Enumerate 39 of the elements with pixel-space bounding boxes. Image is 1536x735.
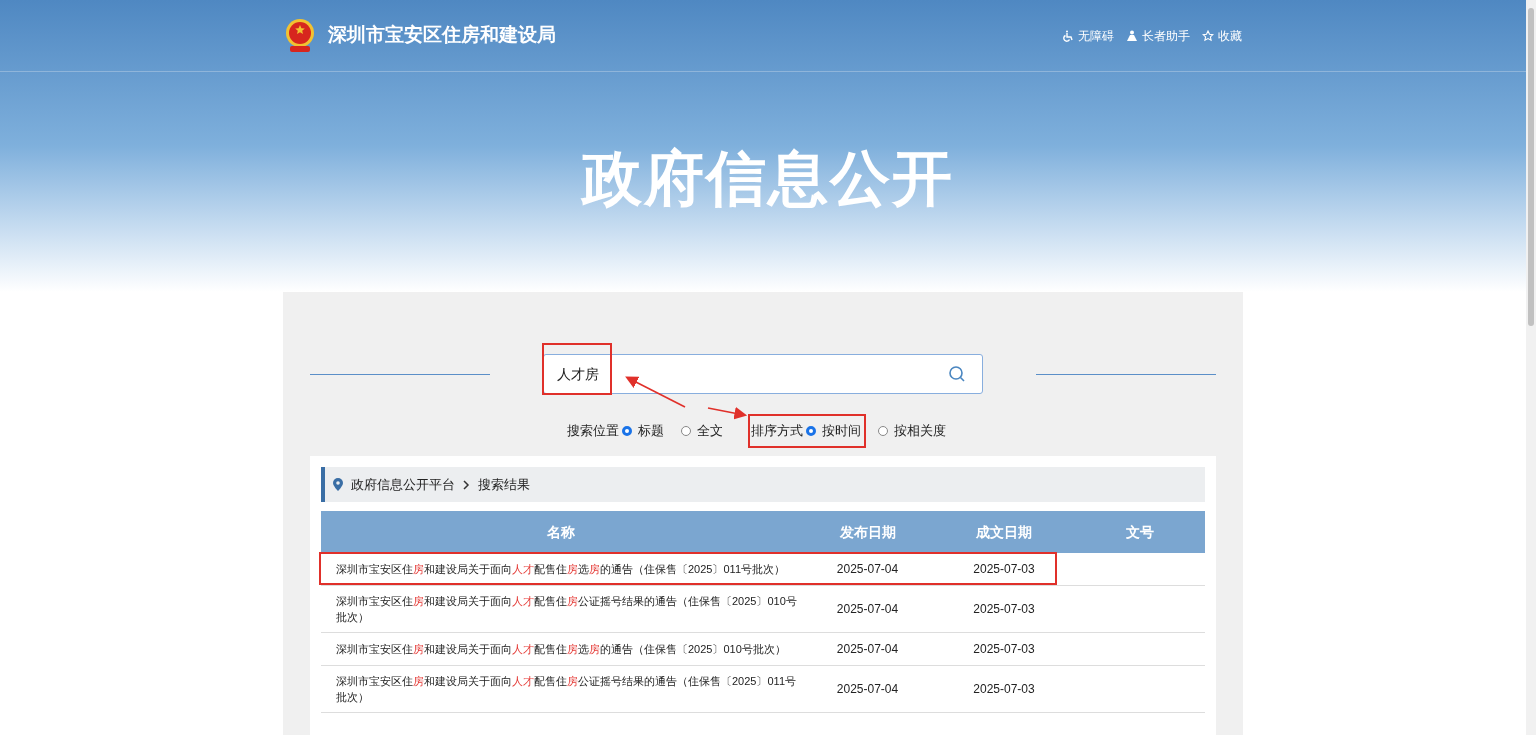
column-header: 名称 — [546, 522, 576, 542]
site-title: 深圳市宝安区住房和建设局 — [328, 23, 556, 48]
column-header: 发布日期 — [838, 522, 897, 542]
star-icon — [1202, 29, 1214, 42]
publish-date: 2025-07-04 — [835, 601, 900, 618]
emblem-icon — [284, 17, 316, 54]
chevron-right-icon — [463, 479, 470, 490]
person-icon — [1126, 29, 1138, 42]
filter-label: 排序方式 — [750, 422, 803, 441]
radio-icon[interactable] — [877, 426, 888, 436]
publish-date: 2025-07-04 — [835, 561, 900, 578]
wheelchair-icon — [1062, 29, 1074, 42]
written-date: 2025-07-03 — [972, 601, 1036, 618]
search-field[interactable]: 人才房 — [543, 354, 983, 394]
filter-label: 搜索位置 — [566, 422, 619, 441]
publish-date: 2025-07-04 — [835, 681, 900, 698]
radio-icon[interactable] — [680, 426, 691, 436]
column-header: 文号 — [1124, 522, 1155, 542]
breadcrumb-link[interactable]: 搜索结果 — [478, 474, 530, 495]
result-title-link[interactable]: 深圳市宝安区住房和建设局关于面向人才配售住房选房的通告（住保售〔2025〕010号批次） — [321, 641, 801, 657]
radio-icon[interactable] — [621, 426, 632, 436]
search-icon[interactable] — [948, 365, 966, 383]
radio-icon[interactable] — [805, 426, 816, 436]
banner-title: 政府信息公开 — [582, 144, 954, 214]
written-date: 2025-07-03 — [972, 561, 1036, 578]
result-title-link[interactable]: 深圳市宝安区住房和建设局关于面向人才配售住房公证摇号结果的通告（住保售〔2025〕011号批次） — [321, 673, 801, 705]
column-header: 成文日期 — [975, 522, 1033, 542]
search-value: 人才房 — [557, 364, 599, 384]
written-date: 2025-07-03 — [972, 681, 1036, 698]
result-title-link[interactable]: 深圳市宝安区住房和建设局关于面向人才配售住房公证摇号结果的通告（住保售〔2025〕010号批次） — [321, 593, 801, 625]
location-pin-icon — [333, 478, 343, 491]
radio-option[interactable]: 按相关度 — [877, 421, 946, 441]
publish-date: 2025-07-04 — [835, 641, 900, 658]
written-date: 2025-07-03 — [972, 641, 1036, 658]
breadcrumb-link[interactable]: 政府信息公开平台 — [351, 474, 455, 495]
radio-option[interactable]: 按时间 — [805, 421, 861, 441]
result-title-link[interactable]: 深圳市宝安区住房和建设局关于面向人才配售住房选房的通告（住保售〔2025〕011号批次） — [321, 561, 801, 577]
radio-option[interactable]: 全文 — [680, 421, 723, 441]
radio-option[interactable]: 标题 — [621, 421, 664, 441]
